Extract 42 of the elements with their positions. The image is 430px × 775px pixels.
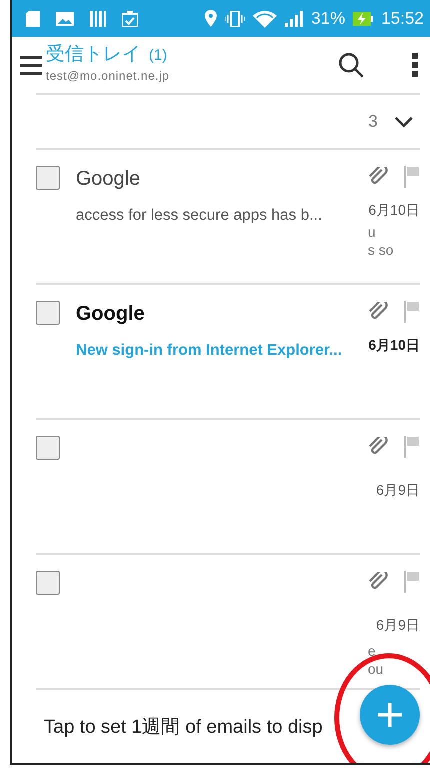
plus-icon: [377, 702, 403, 728]
menu-icon[interactable]: [20, 55, 42, 75]
snippet-fragment: u: [368, 223, 377, 242]
sender-name: Google: [76, 167, 142, 192]
location-pin-icon: [205, 10, 218, 27]
image-icon: [56, 12, 74, 26]
battery-charging-icon: [353, 12, 374, 26]
vibrate-icon: [225, 10, 246, 26]
flag-icon[interactable]: [404, 571, 420, 593]
clock: 15:52: [381, 8, 424, 30]
thread-count: 3: [368, 110, 378, 133]
date-label: 6月10日: [368, 336, 420, 355]
snippet-fragment: s so: [368, 241, 394, 260]
checkbox[interactable]: [36, 436, 60, 460]
subject-line: New sign-in from Internet Explorer...: [76, 341, 344, 361]
wifi-icon: [253, 10, 278, 28]
date-label: 6月9日: [376, 616, 420, 635]
barcode-icon: [90, 10, 106, 26]
unread-count: (1): [149, 46, 168, 66]
clipboard-check-icon: [122, 10, 138, 26]
checkbox[interactable]: [36, 571, 60, 595]
inbox-title: 受信トレイ: [46, 44, 141, 66]
flag-icon[interactable]: [404, 436, 420, 458]
search-icon[interactable]: [338, 52, 364, 78]
snippet-fragment: ou: [368, 660, 384, 678]
checkbox[interactable]: [36, 166, 60, 190]
date-label: 6月10日: [368, 201, 420, 220]
compose-button[interactable]: [360, 685, 420, 745]
chevron-icon[interactable]: [394, 116, 414, 128]
account-email: test@mo.oninet.ne.jp: [46, 68, 170, 86]
subject-line: access for less secure apps has b...: [76, 206, 324, 226]
sd-card-icon: [26, 10, 40, 26]
sender-name: Google: [76, 302, 146, 327]
checkbox[interactable]: [36, 301, 60, 325]
sync-period-prompt[interactable]: Tap to set 1週間 of emails to disp: [44, 714, 323, 743]
battery-percent: 31%: [311, 8, 346, 30]
flag-icon[interactable]: [404, 166, 420, 188]
signal-icon: [285, 10, 304, 26]
more-options-icon[interactable]: [412, 53, 418, 77]
snippet-fragment: e: [368, 642, 377, 660]
date-label: 6月9日: [376, 481, 420, 500]
flag-icon[interactable]: [404, 301, 420, 323]
